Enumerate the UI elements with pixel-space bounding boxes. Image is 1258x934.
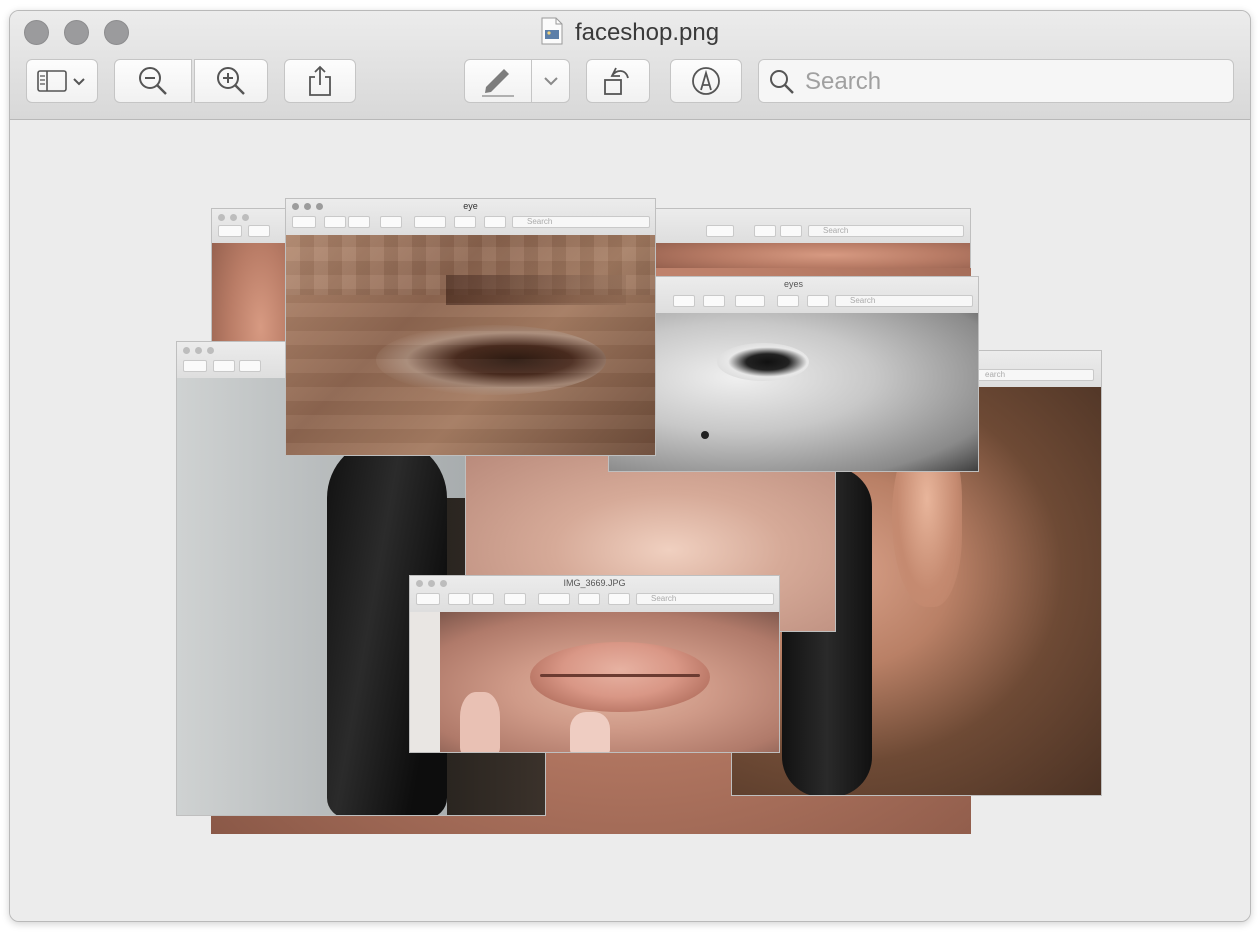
mini-search-field: Search xyxy=(512,216,650,228)
markup-toolbar-button[interactable] xyxy=(670,59,742,103)
search-input[interactable] xyxy=(803,64,1227,100)
mini-search-field: Search xyxy=(835,295,973,307)
pen-icon xyxy=(482,69,514,97)
mini-window-eyes: eyes Search xyxy=(608,276,979,472)
share-button[interactable] xyxy=(284,59,356,103)
mini-search-field: Search xyxy=(808,225,964,237)
zoom-in-icon xyxy=(217,67,245,95)
search-field[interactable] xyxy=(758,59,1234,103)
image-collage: Search earch eyes Search eye Search IMG_… xyxy=(10,120,1250,921)
zoom-in-button[interactable] xyxy=(194,59,268,103)
sidebar-view-button[interactable] xyxy=(26,59,98,103)
markup-dropdown-button[interactable] xyxy=(532,59,570,103)
preview-window: faceshop.png Search Search earch eyes Se… xyxy=(9,10,1251,922)
markup-circle-icon xyxy=(692,67,720,95)
rotate-icon xyxy=(604,67,629,95)
document-canvas: Search earch eyes Search eye Search IMG_… xyxy=(10,120,1250,921)
window-title-text: faceshop.png xyxy=(574,19,720,46)
rotate-button[interactable] xyxy=(586,59,650,103)
sidebar-icon xyxy=(37,70,85,92)
markup-pen-button[interactable] xyxy=(464,59,532,103)
mini-window-title: eye xyxy=(463,201,478,211)
mini-search-field: Search xyxy=(636,593,774,605)
zoom-out-button[interactable] xyxy=(114,59,192,103)
mini-window-title: eyes xyxy=(783,279,803,289)
mini-window-title: IMG_3669.JPG xyxy=(563,578,626,588)
share-icon xyxy=(309,65,331,96)
mini-search-field: earch xyxy=(970,369,1094,381)
png-document-icon xyxy=(541,17,563,45)
window-title: faceshop.png xyxy=(10,17,1250,49)
mini-window-lips: IMG_3669.JPG Search xyxy=(409,575,780,753)
search-icon xyxy=(770,70,794,94)
titlebar: faceshop.png xyxy=(10,11,1250,120)
zoom-out-icon xyxy=(139,67,167,95)
mini-window-eye: eye Search xyxy=(285,198,656,456)
chevron-down-icon xyxy=(543,77,558,86)
mini-window-top-right: Search xyxy=(655,208,971,268)
